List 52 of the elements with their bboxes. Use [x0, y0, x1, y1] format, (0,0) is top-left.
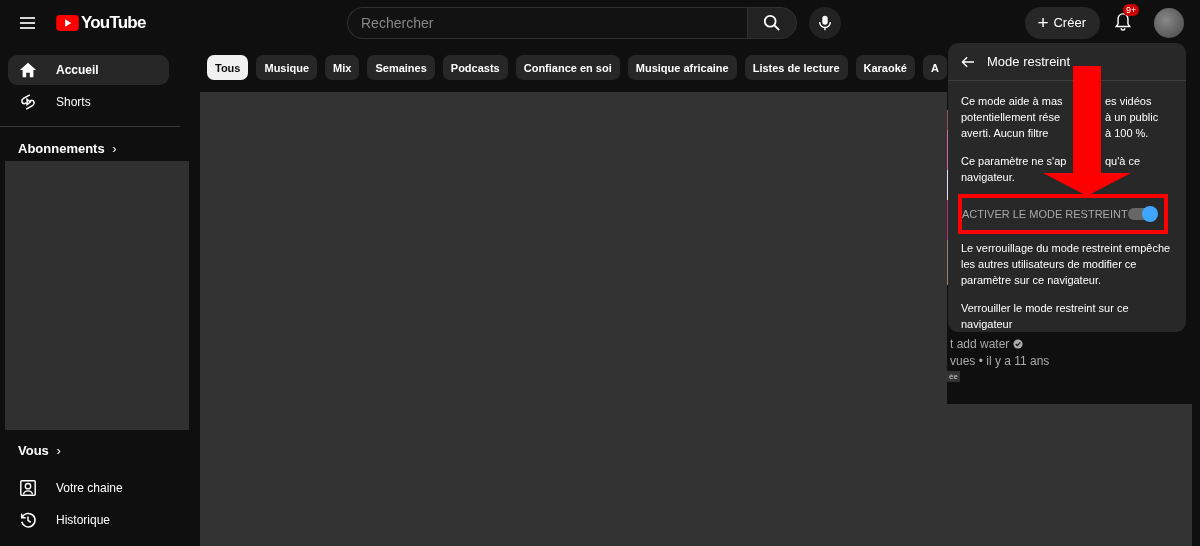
menu-icon[interactable]	[20, 16, 35, 29]
chevron[interactable]: ›	[56, 443, 61, 458]
filter-chip[interactable]: Semaines	[367, 55, 435, 80]
filter-chip[interactable]: Podcasts	[442, 55, 508, 80]
filter-chip[interactable]: Listes de lecture	[744, 55, 848, 80]
back-arrow-icon[interactable]	[961, 55, 975, 68]
subscriptions-heading[interactable]: Abonnements	[18, 141, 105, 156]
notification-badge: 9+	[1123, 3, 1140, 16]
home-icon	[19, 61, 37, 79]
toggle-label: ACTIVER LE MODE RESTREINT	[962, 208, 1128, 220]
chevron[interactable]: ›	[112, 141, 117, 156]
create-button[interactable]: + Créer	[1025, 6, 1100, 39]
description-text: Ce mode aide à mas	[961, 94, 1064, 109]
you-heading[interactable]: Vous	[18, 443, 49, 458]
filter-chip[interactable]: A	[922, 55, 947, 80]
search-field[interactable]: Rechercher	[347, 6, 747, 39]
lock-description: Le verrouillage du mode restreint empêche les autres utilisateurs de modifier ce paramètre sur ce navigateur.	[961, 241, 1172, 288]
channel-name[interactable]: t add water	[950, 337, 1010, 351]
video-badge: ée	[947, 371, 960, 382]
bell-icon[interactable]	[1114, 11, 1132, 32]
filter-chip[interactable]: Tous	[207, 55, 249, 80]
filter-chip[interactable]: Karaoké	[855, 55, 915, 80]
filter-chip[interactable]: Musique africaine	[627, 55, 737, 80]
microphone-button[interactable]	[809, 6, 841, 39]
history-icon	[19, 511, 37, 529]
description-text: potentiellement rése	[961, 110, 1062, 125]
search-icon	[763, 13, 781, 32]
toggle-switch[interactable]	[1128, 208, 1156, 220]
sidebar-item[interactable]: Accueil	[8, 55, 169, 85]
popup-title: Mode restreint	[987, 54, 1071, 69]
microphone-icon	[816, 13, 834, 32]
shorts-icon	[19, 93, 37, 111]
profile-icon	[19, 479, 37, 497]
sidebar-item[interactable]: Shorts	[8, 87, 169, 117]
video-meta: vues • il y a 11 ans	[950, 354, 1050, 368]
description-text: Ce paramètre ne s'ap	[961, 154, 1068, 169]
filter-chip[interactable]: Musique	[256, 55, 318, 80]
logo-text[interactable]: YouTube	[81, 12, 146, 33]
sidebar-item[interactable]: Historique	[8, 505, 169, 535]
description-text: à 100 %.	[1105, 126, 1149, 141]
description-text: averti. Aucun filtre	[961, 126, 1050, 141]
description-text: navigateur.	[961, 170, 1016, 185]
description-text: es vidéos	[1105, 94, 1152, 109]
filter-chip[interactable]: Mix	[325, 55, 360, 80]
filter-chip[interactable]: Confiance en soi	[515, 55, 620, 80]
description-text: qu'à ce	[1105, 154, 1141, 169]
lock-link[interactable]: Verrouiller le mode restreint sur ce navigateur	[961, 300, 1178, 332]
avatar[interactable]	[1154, 7, 1184, 38]
sidebar-item[interactable]: Votre chaine	[8, 473, 169, 503]
search-button[interactable]	[747, 6, 797, 39]
play-logo-icon	[56, 14, 79, 31]
description-text: à un public	[1105, 110, 1159, 125]
